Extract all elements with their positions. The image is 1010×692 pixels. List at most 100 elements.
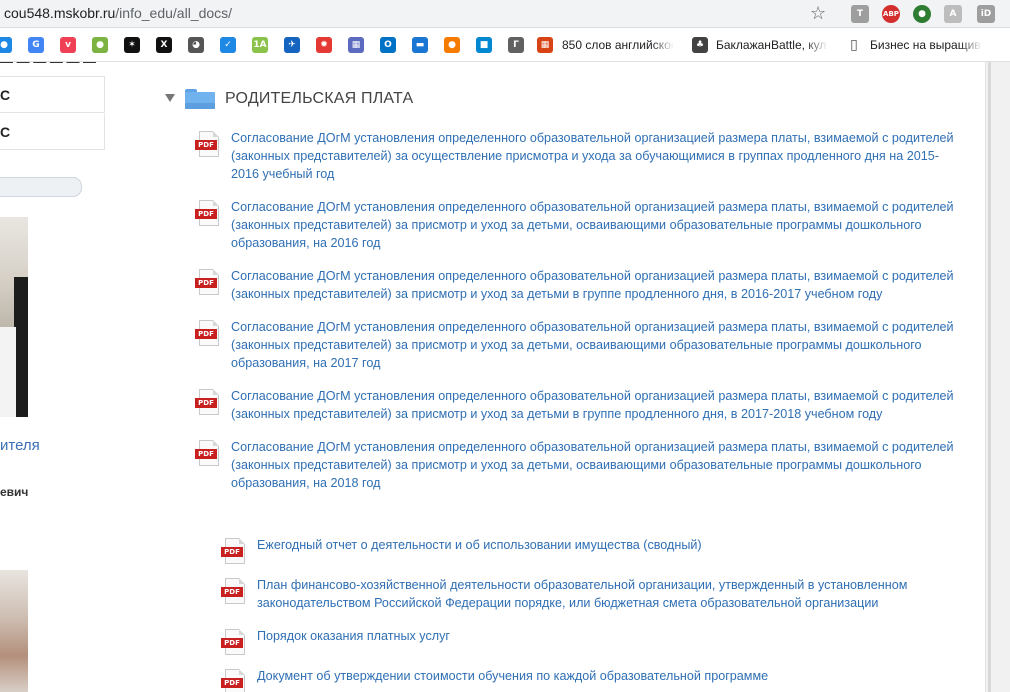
document-link-line: Согласование ДОгМ установления определен… [231,269,954,283]
document-link-line: (законных представителей) за присмотр и … [231,458,922,472]
url-field[interactable]: cou548.mskobr.ru/info_edu/all_docs/ [4,4,232,22]
left-sidebar: — — — — — — С С ителя евич [0,62,110,692]
pdf-icon[interactable]: PDF [195,131,221,157]
document-link-line: Документ об утверждении стоимости обучен… [257,669,769,683]
document-link[interactable]: Согласование ДОгМ установления определен… [231,438,954,492]
document-link[interactable]: Порядок оказания платных услуг [257,627,450,645]
sidebar-menu-item-1[interactable]: С [0,77,105,113]
document-link-line: (законных представителей) за присмотр и … [231,218,922,232]
person-photo [0,570,28,692]
url-path: /info_edu/all_docs/ [115,5,233,21]
scrollbar[interactable] [985,62,1010,692]
1a-icon[interactable]: 1A [252,37,268,53]
bookmark-icon-1[interactable]: ● [0,37,12,53]
url-domain: cou548.mskobr.ru [4,5,116,21]
document-link-line: (законных представителей) за осуществлен… [231,149,939,163]
bird-icon[interactable]: ✈ [284,37,300,53]
pdf-icon[interactable]: PDF [221,538,247,564]
basketball-icon[interactable]: ● [444,37,460,53]
building-icon[interactable]: ▦ [348,37,364,53]
pdf-label: PDF [221,638,243,648]
ball-icon[interactable]: ● [92,37,108,53]
bookmark-baklazhan[interactable]: БаклажанBattle, кул [716,37,828,53]
document-link[interactable]: Ежегодный отчет о деятельности и об испо… [257,536,702,554]
g-icon[interactable]: Г [508,37,524,53]
panda-icon[interactable]: ◕ [188,37,204,53]
t-icon[interactable]: T [851,5,869,23]
pdf-icon[interactable]: PDF [221,629,247,655]
pdf-icon[interactable]: PDF [195,440,221,466]
document-link-line: (законных представителей) за присмотр и … [231,338,922,352]
document-link-line: Согласование ДОгМ установления определен… [231,440,954,454]
sidebar-clipped-heading: — — — — — — [0,62,105,77]
pdf-label: PDF [221,678,243,688]
document-link-line: Порядок оказания платных услуг [257,629,450,643]
director-photo [0,217,28,417]
document-link-line: образования, на 2018 год [231,476,381,490]
document-link[interactable]: Согласование ДОгМ установления определен… [231,267,954,303]
bookmark-icon-5[interactable]: ✶ [124,37,140,53]
collapse-triangle-icon[interactable] [165,94,175,102]
director-name: евич [0,485,29,499]
pdf-label: PDF [195,278,217,288]
adblock-icon[interactable]: ABP [882,5,900,23]
document-link-line: (законных представителей) за присмотр и … [231,287,883,301]
document-link[interactable]: Документ об утверждении стоимости обучен… [257,667,768,685]
director-role-link[interactable]: ителя [0,437,40,454]
document-link[interactable]: Согласование ДОгМ установления определен… [231,129,954,183]
address-bar: cou548.mskobr.ru/info_edu/all_docs/ ☆ TA… [0,0,1010,28]
pdf-label: PDF [195,209,217,219]
document-link-line: законодательством Российской Федерации п… [257,596,879,610]
pdf-icon[interactable]: PDF [195,200,221,226]
scroll-thumb[interactable] [988,62,991,692]
pdf-label: PDF [221,547,243,557]
pocket-icon[interactable]: v [60,37,76,53]
bookmark-biznes-icon[interactable]: ▯ [846,37,862,53]
pdf-icon[interactable]: PDF [221,578,247,604]
bookmark-star-icon[interactable]: ☆ [810,3,826,23]
x-icon[interactable]: X [156,37,172,53]
bookmark-850-words-icon[interactable]: ▦ [537,37,553,53]
globe-icon[interactable]: ● [913,5,931,23]
bookmark-icon-8[interactable]: ✓ [220,37,236,53]
sidebar-menu-item-2[interactable]: С [0,114,105,150]
star-multicolor-icon[interactable]: ✹ [316,37,332,53]
sidebar-search-input[interactable] [0,177,82,197]
document-link-line: Согласование ДОгМ установления определен… [231,200,954,214]
bookmarks-bar: ● Gv ● ✶ X ◕ ✓ 1A ✈ ✹ ▦ O ▬ ● ■ Г ▦ 850 слов английског ♣ Б… [0,28,1010,62]
document-link-line: Ежегодный отчет о деятельности и об испо… [257,538,702,552]
documents-content: РОДИТЕЛЬСКАЯ ПЛАТА PDF Согласование ДОгМ … [110,62,985,692]
document-link-line: образования, на 2017 год [231,356,381,370]
document-link-line: (законных представителей) за присмотр и … [231,407,883,421]
pdf-label: PDF [195,449,217,459]
bookmark-baklazhan-icon[interactable]: ♣ [692,37,708,53]
document-link-line: образования, на 2016 год [231,236,381,250]
document-link-line: 2016 учебный год [231,167,335,181]
pdf-label: PDF [195,329,217,339]
office-icon[interactable]: ■ [476,37,492,53]
document-link-line: Согласование ДОгМ установления определен… [231,320,954,334]
pdf-icon[interactable]: PDF [221,669,247,692]
section-title: РОДИТЕЛЬСКАЯ ПЛАТА [225,90,414,107]
id-icon[interactable]: iD [977,5,995,23]
pdf-label: PDF [195,398,217,408]
document-link-line: Согласование ДОгМ установления определен… [231,389,954,403]
document-link[interactable]: Согласование ДОгМ установления определен… [231,318,954,372]
pdf-label: PDF [195,140,217,150]
document-link-line: Согласование ДОгМ установления определен… [231,131,954,145]
document-link[interactable]: Согласование ДОгМ установления определен… [231,198,954,252]
document-link[interactable]: План финансово-хозяйственной деятельност… [257,576,907,612]
car-icon[interactable]: ▬ [412,37,428,53]
pdf-icon[interactable]: PDF [195,389,221,415]
document-link-line: План финансово-хозяйственной деятельност… [257,578,908,592]
translate-icon[interactable]: G [28,37,44,53]
bookmark-850-words[interactable]: 850 слов английског [562,37,674,53]
bookmark-biznes[interactable]: Бизнес на выращив [870,37,982,53]
document-link[interactable]: Согласование ДОгМ установления определен… [231,387,954,423]
pdf-icon[interactable]: PDF [195,320,221,346]
folder-icon [185,89,215,109]
acrobat-icon[interactable]: A [944,5,962,23]
outlook-icon[interactable]: O [380,37,396,53]
pdf-icon[interactable]: PDF [195,269,221,295]
pdf-label: PDF [221,587,243,597]
